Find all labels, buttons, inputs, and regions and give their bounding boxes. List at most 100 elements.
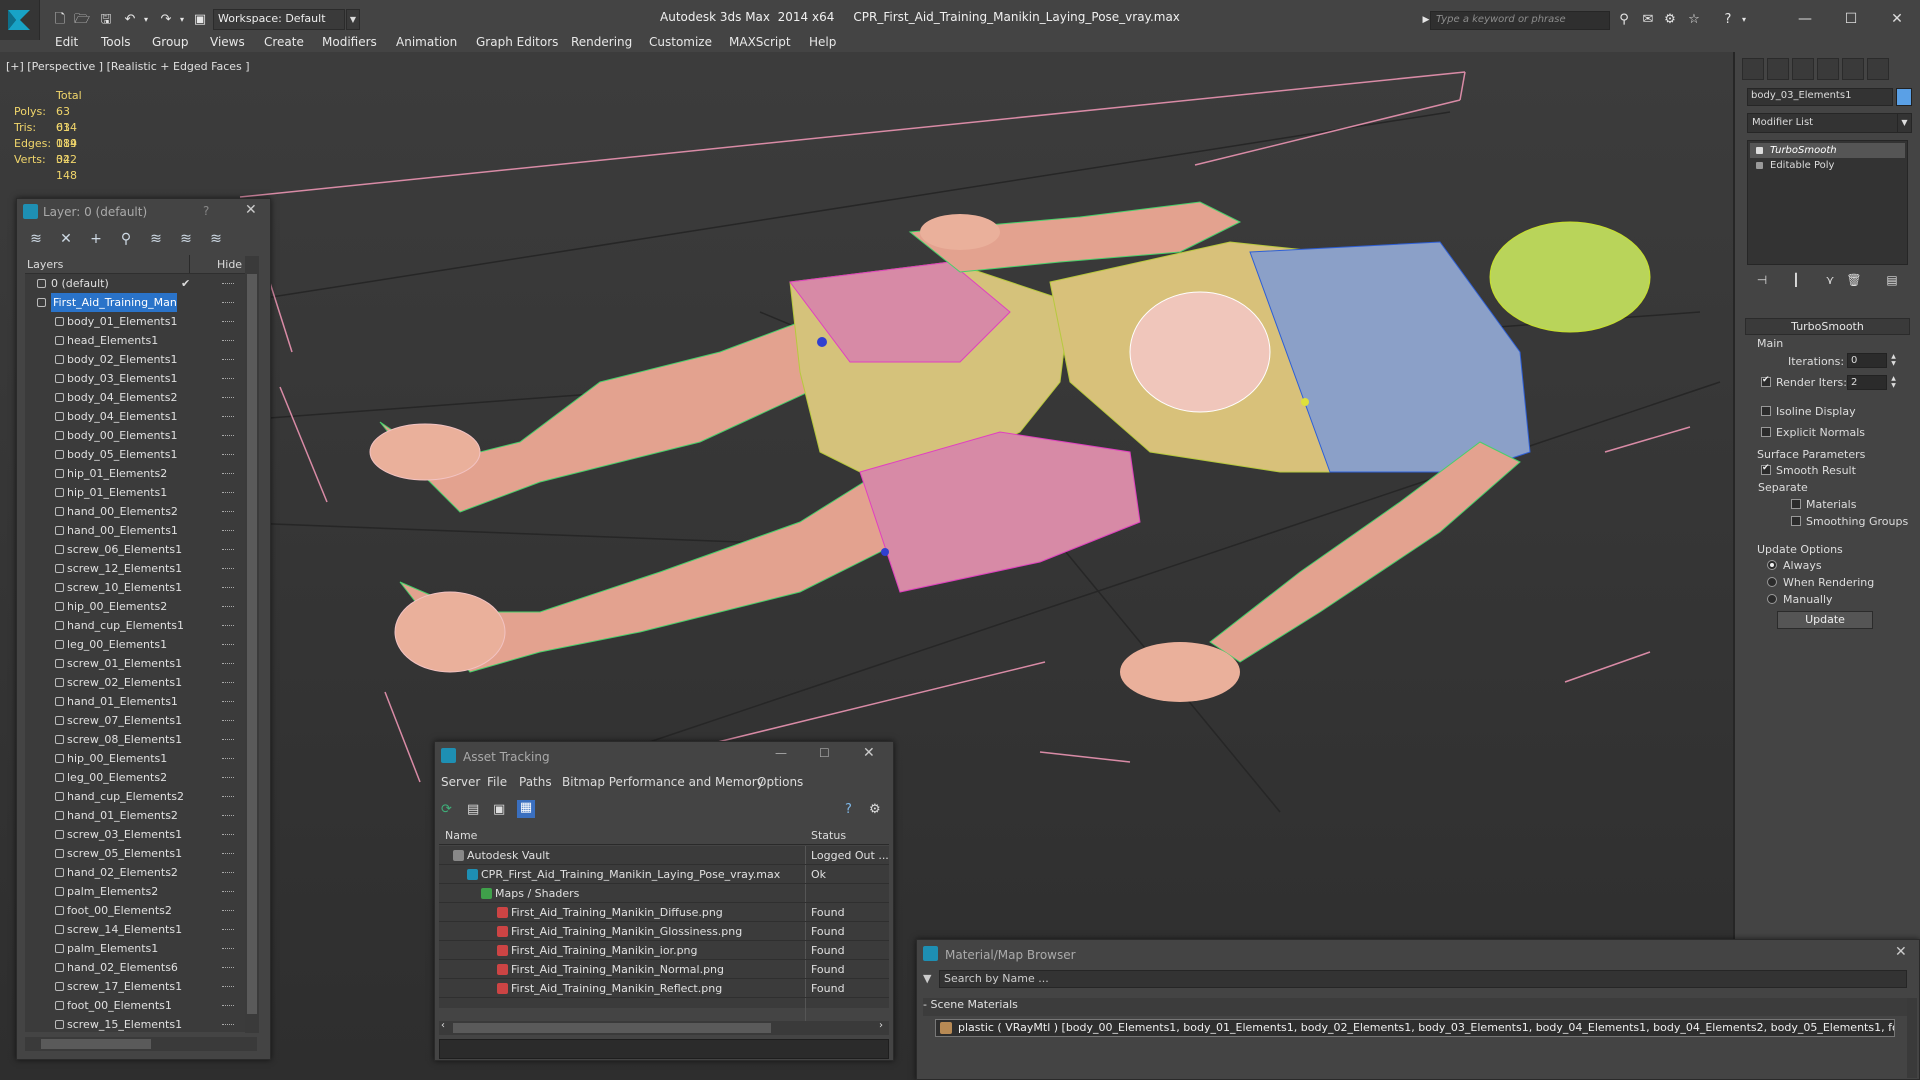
object-row[interactable]: hand_02_Elements2 [25, 863, 247, 882]
delete-layer-icon[interactable]: ✕ [57, 230, 75, 248]
layer-row[interactable]: First_Aid_Training_Manikin [25, 293, 247, 312]
maximize-button[interactable]: ☐ [1834, 8, 1868, 30]
object-row[interactable]: hand_01_Elements1 [25, 692, 247, 711]
hide-toggle[interactable] [222, 416, 234, 418]
asset-row[interactable]: First_Aid_Training_Manikin_Glossiness.pn… [439, 922, 889, 941]
hide-unhide-all-icon[interactable]: ≋ [207, 230, 225, 248]
object-row[interactable]: screw_14_Elements1 [25, 920, 247, 939]
settings-icon[interactable]: ⚙ [869, 802, 881, 817]
hide-toggle[interactable] [222, 1024, 234, 1026]
menu-maxscript[interactable]: MAXScript [729, 35, 791, 49]
object-row[interactable]: body_04_Elements1 [25, 407, 247, 426]
undo-dropdown-icon[interactable]: ▾ [136, 10, 156, 30]
hide-toggle[interactable] [222, 834, 234, 836]
viewport-label[interactable]: [+] [Perspective ] [Realistic + Edged Fa… [6, 60, 250, 73]
hide-toggle[interactable] [222, 929, 234, 931]
asset-row[interactable]: First_Aid_Training_Manikin_ior.png Found [439, 941, 889, 960]
object-row[interactable]: hip_00_Elements2 [25, 597, 247, 616]
menu-rendering[interactable]: Rendering [571, 35, 632, 49]
scrollbar-thumb[interactable] [247, 274, 257, 1014]
hide-toggle[interactable] [222, 910, 234, 912]
hide-toggle[interactable] [222, 340, 234, 342]
modify-tab-icon[interactable] [1767, 58, 1789, 80]
hide-toggle[interactable] [222, 473, 234, 475]
object-row[interactable]: palm_Elements1 [25, 939, 247, 958]
maximize-button[interactable]: ☐ [819, 746, 830, 760]
asset-row[interactable]: First_Aid_Training_Manikin_Reflect.png Fo… [439, 979, 889, 998]
update-when-rendering-radio[interactable] [1767, 577, 1777, 587]
material-item[interactable]: plastic ( VRayMtl ) [body_00_Elements1, … [935, 1019, 1895, 1037]
object-row[interactable]: screw_02_Elements1 [25, 673, 247, 692]
search-input[interactable]: Type a keyword or phrase [1430, 11, 1610, 30]
expand-icon[interactable] [1756, 162, 1763, 169]
object-row[interactable]: screw_03_Elements1 [25, 825, 247, 844]
scrollbar-thumb[interactable] [453, 1023, 771, 1033]
remove-modifier-icon[interactable]: 🗑 [1844, 273, 1864, 291]
hide-toggle[interactable] [222, 720, 234, 722]
help-icon[interactable]: ? [203, 204, 209, 218]
minimize-button[interactable]: — [1788, 8, 1822, 30]
hide-toggle[interactable] [222, 663, 234, 665]
hide-toggle[interactable] [222, 587, 234, 589]
chevron-down-icon[interactable]: ▼ [1897, 113, 1912, 133]
column-hide[interactable]: Hide [217, 258, 242, 271]
menu-create[interactable]: Create [264, 35, 304, 49]
hide-toggle[interactable] [222, 1005, 234, 1007]
communication-center-icon[interactable]: ✉ [1638, 10, 1658, 30]
hide-toggle[interactable] [222, 454, 234, 456]
close-icon[interactable]: ✕ [863, 745, 875, 761]
hide-toggle[interactable] [222, 777, 234, 779]
hide-toggle[interactable] [222, 891, 234, 893]
hide-toggle[interactable] [222, 549, 234, 551]
object-row[interactable]: screw_05_Elements1 [25, 844, 247, 863]
modifier-list-dropdown[interactable]: Modifier List [1747, 113, 1899, 133]
object-row[interactable]: screw_08_Elements1 [25, 730, 247, 749]
hierarchy-tab-icon[interactable] [1792, 58, 1814, 80]
stack-item-editable-poly[interactable]: Editable Poly [1750, 158, 1905, 173]
hide-toggle[interactable] [222, 492, 234, 494]
explicit-normals-checkbox[interactable] [1761, 427, 1771, 437]
menu-graph-editors[interactable]: Graph Editors [476, 35, 558, 49]
object-row[interactable]: screw_15_Elements1 [25, 1015, 247, 1032]
object-row[interactable]: hand_00_Elements1 [25, 521, 247, 540]
display-tab-icon[interactable] [1842, 58, 1864, 80]
layer-panel-titlebar[interactable]: Layer: 0 (default) ? ✕ [17, 199, 270, 224]
object-row[interactable]: screw_06_Elements1 [25, 540, 247, 559]
horizontal-scrollbar[interactable]: ‹ › [439, 1020, 889, 1035]
object-row[interactable]: body_03_Elements1 [25, 369, 247, 388]
horizontal-scrollbar[interactable] [25, 1037, 257, 1051]
menu-edit[interactable]: Edit [55, 35, 78, 49]
object-color-swatch[interactable] [1896, 88, 1912, 106]
object-row[interactable]: hand_00_Elements2 [25, 502, 247, 521]
smooth-result-checkbox[interactable] [1761, 463, 1771, 475]
asset-row[interactable]: First_Aid_Training_Manikin_Normal.png Fou… [439, 960, 889, 979]
menu-server[interactable]: Server [441, 775, 480, 789]
motion-tab-icon[interactable] [1817, 58, 1839, 80]
search-by-name-input[interactable]: Search by Name ... [939, 970, 1907, 988]
list-view-icon[interactable]: ▤ [467, 802, 479, 817]
column-name[interactable]: Name [445, 829, 477, 842]
object-row[interactable]: body_05_Elements1 [25, 445, 247, 464]
utilities-tab-icon[interactable] [1867, 58, 1889, 80]
menu-bitmap-performance[interactable]: Bitmap Performance and Memory [562, 775, 764, 789]
detail-view-icon[interactable]: ▣ [493, 802, 505, 817]
hide-toggle[interactable] [222, 397, 234, 399]
menu-group[interactable]: Group [152, 35, 189, 49]
stack-item-turbosmooth[interactable]: TurboSmooth [1750, 143, 1905, 158]
project-folder-icon[interactable]: ▣ [190, 10, 210, 30]
hide-toggle[interactable] [222, 758, 234, 760]
set-current-layer-icon[interactable]: ≋ [177, 230, 195, 248]
object-row[interactable]: leg_00_Elements2 [25, 768, 247, 787]
object-row[interactable]: body_04_Elements2 [25, 388, 247, 407]
help-icon[interactable]: ? [845, 802, 852, 817]
update-always-radio[interactable] [1767, 560, 1777, 570]
close-icon[interactable]: ✕ [245, 202, 257, 218]
menu-help[interactable]: Help [809, 35, 836, 49]
object-row[interactable]: head_Elements1 [25, 331, 247, 350]
render-iters-spinner[interactable]: 2 [1847, 375, 1887, 390]
asset-row[interactable]: Autodesk Vault Logged Out ... [439, 846, 889, 865]
hide-toggle[interactable] [222, 359, 234, 361]
object-row[interactable]: hand_01_Elements2 [25, 806, 247, 825]
hide-toggle[interactable] [222, 283, 234, 285]
scene-materials-group[interactable]: - Scene Materials [923, 998, 1907, 1016]
